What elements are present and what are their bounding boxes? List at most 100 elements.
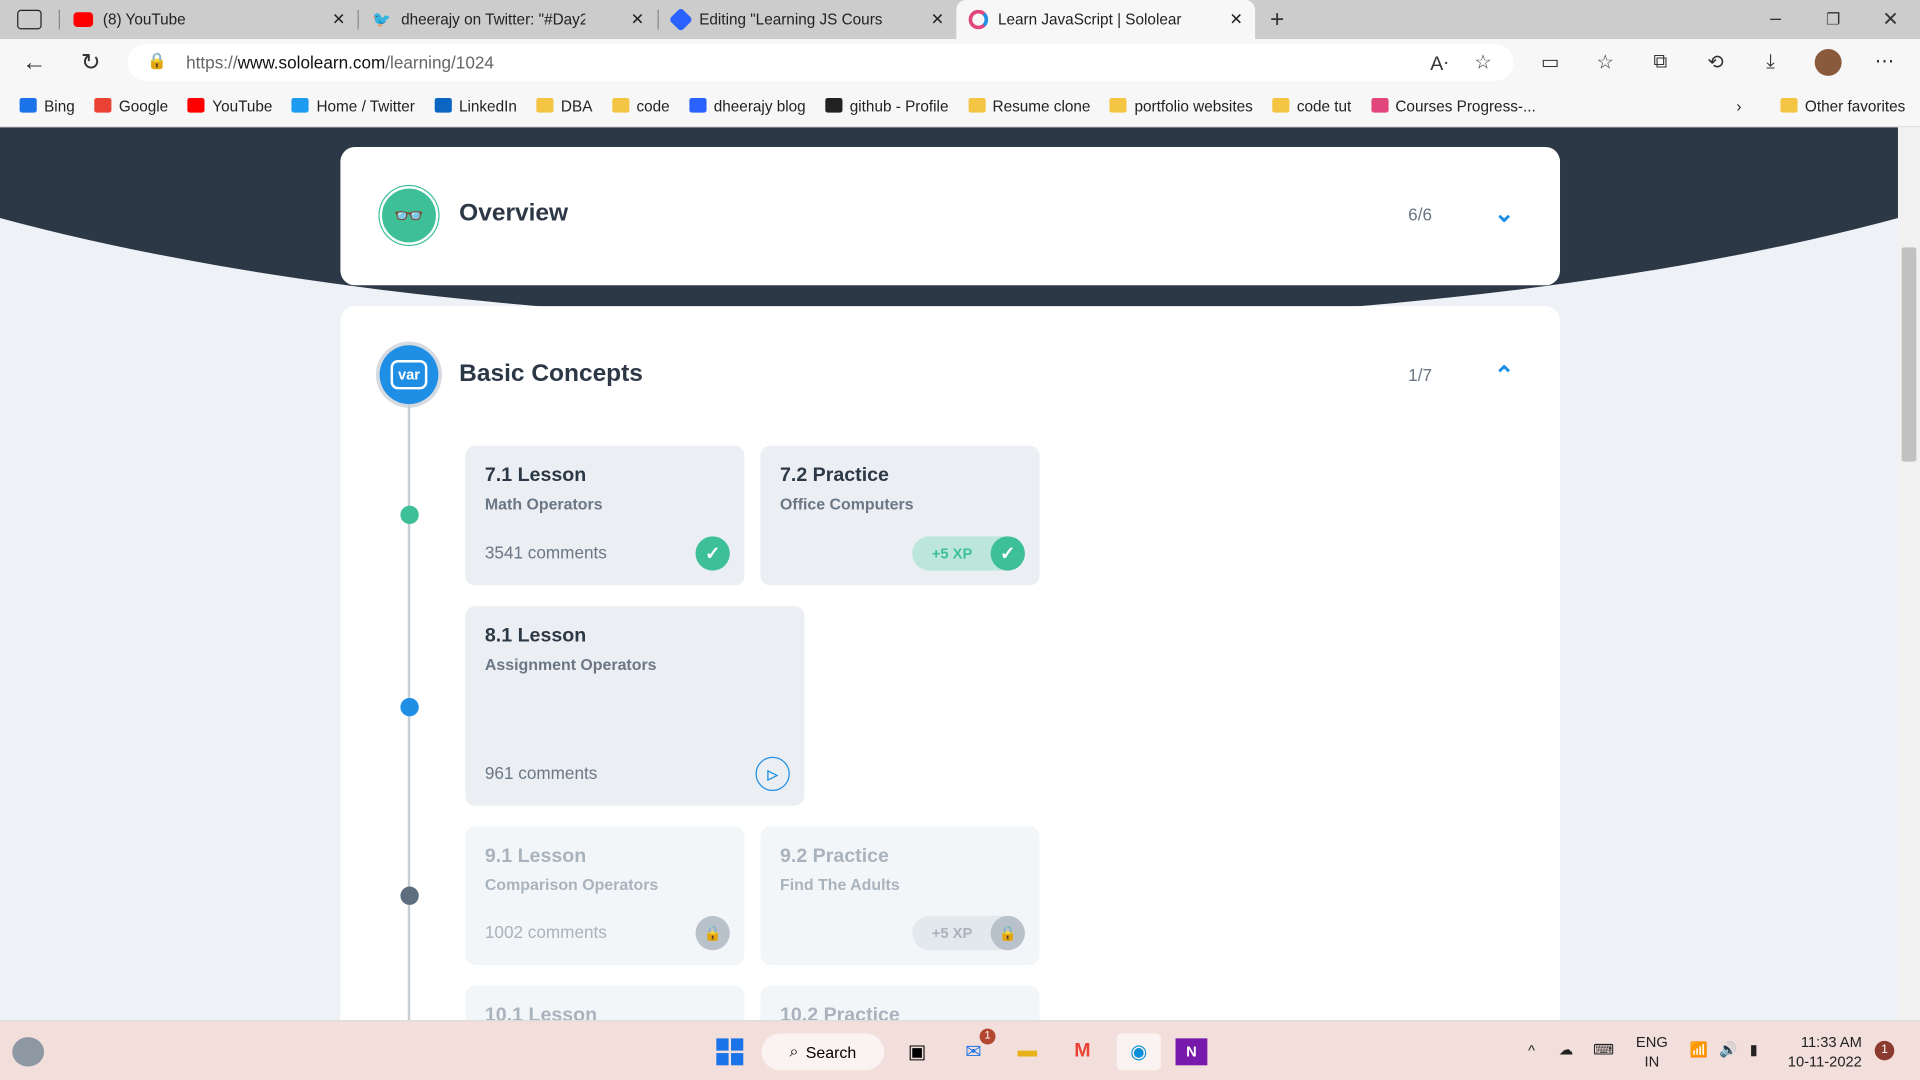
check-icon: ✓ bbox=[990, 536, 1025, 571]
bookmark-icon bbox=[825, 97, 843, 113]
keyboard-icon[interactable]: ⌨ bbox=[1593, 1040, 1614, 1060]
youtube-icon bbox=[73, 12, 94, 27]
bookmark-item[interactable]: code bbox=[612, 97, 670, 114]
back-icon[interactable]: ← bbox=[20, 48, 49, 76]
lock-icon: 🔒 bbox=[695, 915, 730, 951]
comments-link[interactable]: 961 comments bbox=[485, 763, 597, 783]
address-bar-row: ← ↻ 🔒 https://www.sololearn.com/learning… bbox=[0, 39, 1920, 86]
url-input[interactable]: 🔒 https://www.sololearn.com/learning/102… bbox=[127, 44, 1514, 81]
glasses-icon: 👓 bbox=[379, 186, 439, 245]
bookmark-icon bbox=[94, 97, 112, 113]
minimize-icon[interactable]: – bbox=[1763, 7, 1787, 31]
lock-icon: 🔒 bbox=[990, 915, 1025, 951]
scrollbar[interactable] bbox=[1897, 127, 1920, 1021]
bookmark-item[interactable]: LinkedIn bbox=[434, 97, 517, 114]
bookmark-icon bbox=[968, 97, 986, 113]
bookmark-item[interactable]: portfolio websites bbox=[1109, 97, 1253, 114]
twitter-icon: 🐦 bbox=[372, 10, 392, 28]
bookmark-item[interactable]: DBA bbox=[536, 97, 592, 114]
restore-icon[interactable]: ❐ bbox=[1821, 7, 1845, 31]
edge-icon[interactable]: ◉ bbox=[1116, 1033, 1161, 1071]
weather-icon[interactable] bbox=[12, 1037, 45, 1067]
section-title: Basic Concepts bbox=[459, 360, 643, 387]
onenote-icon[interactable]: N bbox=[1175, 1038, 1208, 1066]
taskbar-search[interactable]: ⌕ Search bbox=[761, 1033, 885, 1071]
tab-actions-icon[interactable] bbox=[17, 9, 42, 30]
bookmark-icon bbox=[1272, 97, 1290, 113]
other-favorites[interactable]: Other favorites bbox=[1780, 97, 1905, 114]
lesson-card-current[interactable]: 8.1 Lesson Assignment Operators 961 comme… bbox=[465, 606, 805, 806]
history-icon[interactable]: ⟲ bbox=[1702, 50, 1729, 74]
language-indicator[interactable]: ENG IN bbox=[1636, 1032, 1668, 1071]
bookmark-item[interactable]: dheerajy blog bbox=[689, 97, 806, 114]
comments-link[interactable]: 3541 comments bbox=[485, 542, 607, 562]
bookmark-icon bbox=[187, 97, 205, 113]
bookmark-icon bbox=[19, 97, 37, 113]
tab-sololearn[interactable]: Learn JavaScript | Sololearn ✕ bbox=[956, 0, 1256, 40]
section-title: Overview bbox=[459, 199, 569, 227]
bookmark-item[interactable]: code tut bbox=[1272, 97, 1351, 114]
bookmarks-overflow-icon[interactable]: › bbox=[1736, 97, 1741, 114]
refresh-icon[interactable]: ↻ bbox=[76, 49, 105, 76]
battery-icon[interactable]: ▮ bbox=[1750, 1040, 1758, 1060]
cast-icon[interactable]: ▭ bbox=[1537, 50, 1564, 74]
bookmark-item[interactable]: Bing bbox=[19, 97, 75, 114]
timeline-dot-locked bbox=[400, 886, 419, 905]
tab-twitter[interactable]: 🐦dheerajy on Twitter: "#Day22 of #✕ bbox=[360, 0, 656, 39]
close-tab-icon[interactable]: ✕ bbox=[332, 10, 345, 30]
wifi-icon[interactable]: 📶 bbox=[1690, 1040, 1708, 1060]
sololearn-icon bbox=[968, 9, 989, 30]
taskbar: ⌕ Search ▣ ✉ 1 ▬ M ◉ N ^ ☁ ⌨ ENG IN 📶 🔊 ▮ 1… bbox=[0, 1020, 1920, 1080]
overview-section[interactable]: 👓 Overview 6/6 ⌄ bbox=[340, 146, 1561, 286]
start-icon[interactable] bbox=[714, 1033, 746, 1070]
var-icon: var bbox=[379, 345, 439, 405]
bookmark-item[interactable]: YouTube bbox=[187, 97, 272, 114]
timeline-line bbox=[407, 404, 411, 1041]
lesson-card[interactable]: 7.1 Lesson Math Operators 3541 comments ✓ bbox=[465, 445, 745, 586]
bookmark-item[interactable]: Courses Progress-... bbox=[1370, 97, 1536, 114]
bookmark-item[interactable]: Google bbox=[94, 97, 168, 114]
bookmark-item[interactable]: github - Profile bbox=[825, 97, 948, 114]
hashnode-icon bbox=[668, 7, 693, 32]
bookmark-item[interactable]: Home / Twitter bbox=[292, 97, 415, 114]
close-tab-icon[interactable]: ✕ bbox=[1230, 10, 1243, 30]
bookmark-icon bbox=[612, 97, 630, 113]
comments-link[interactable]: 1002 comments bbox=[485, 922, 607, 942]
tab-youtube[interactable]: (8) YouTube ✕ bbox=[61, 0, 357, 39]
tab-bar: (8) YouTube ✕ 🐦 dheerajy on Twitter: "#Day… bbox=[0, 0, 1920, 40]
chevron-up-icon[interactable]: ⌃ bbox=[1494, 360, 1515, 391]
add-favorite-icon[interactable]: ☆ bbox=[1474, 50, 1492, 74]
task-view-icon[interactable]: ▣ bbox=[901, 1033, 933, 1070]
show-hidden-icon[interactable]: ^ bbox=[1528, 1041, 1535, 1061]
more-icon[interactable]: ⋯ bbox=[1871, 49, 1898, 73]
close-window-icon[interactable]: ✕ bbox=[1878, 7, 1902, 31]
timeline-dot-done bbox=[400, 505, 419, 525]
gmail-icon[interactable]: M bbox=[1067, 1033, 1099, 1070]
close-tab-icon[interactable]: ✕ bbox=[931, 10, 944, 30]
close-tab-icon[interactable]: ✕ bbox=[631, 10, 644, 30]
clock[interactable]: 11:33 AM 10-11-2022 bbox=[1788, 1032, 1862, 1071]
bookmark-icon bbox=[1109, 97, 1128, 113]
chevron-down-icon[interactable]: ⌄ bbox=[1494, 198, 1515, 229]
new-tab-icon[interactable]: + bbox=[1265, 5, 1289, 34]
bookmarks-bar: Bing Google YouTube Home / Twitter LinkedIn D… bbox=[0, 85, 1920, 128]
bookmark-icon bbox=[292, 97, 310, 113]
profile-avatar[interactable] bbox=[1814, 48, 1842, 76]
volume-icon[interactable]: 🔊 bbox=[1719, 1040, 1737, 1060]
bookmark-item[interactable]: Resume clone bbox=[968, 97, 1090, 114]
practice-card[interactable]: 7.2 Practice Office Computers +5 XP ✓ bbox=[760, 445, 1040, 586]
read-aloud-icon[interactable]: Aᐧ bbox=[1430, 51, 1448, 75]
file-explorer-icon[interactable]: ▬ bbox=[1011, 1033, 1043, 1070]
section-progress: 6/6 bbox=[1408, 204, 1433, 225]
search-icon: ⌕ bbox=[789, 1042, 799, 1061]
onedrive-icon[interactable]: ☁ bbox=[1559, 1040, 1574, 1060]
favorites-icon[interactable]: ☆ bbox=[1592, 50, 1619, 74]
timeline-dot-current bbox=[400, 697, 419, 717]
collections-icon[interactable]: ⧉ bbox=[1647, 50, 1674, 74]
notification-badge[interactable]: 1 bbox=[1874, 1040, 1895, 1061]
mail-icon[interactable]: ✉ 1 bbox=[956, 1028, 996, 1070]
play-icon[interactable]: ▷ bbox=[755, 756, 790, 792]
download-icon[interactable]: ⤓ bbox=[1757, 50, 1784, 74]
tab-hashnode[interactable]: Editing "Learning JS Course @So✕ bbox=[660, 0, 956, 39]
check-icon: ✓ bbox=[695, 536, 730, 571]
